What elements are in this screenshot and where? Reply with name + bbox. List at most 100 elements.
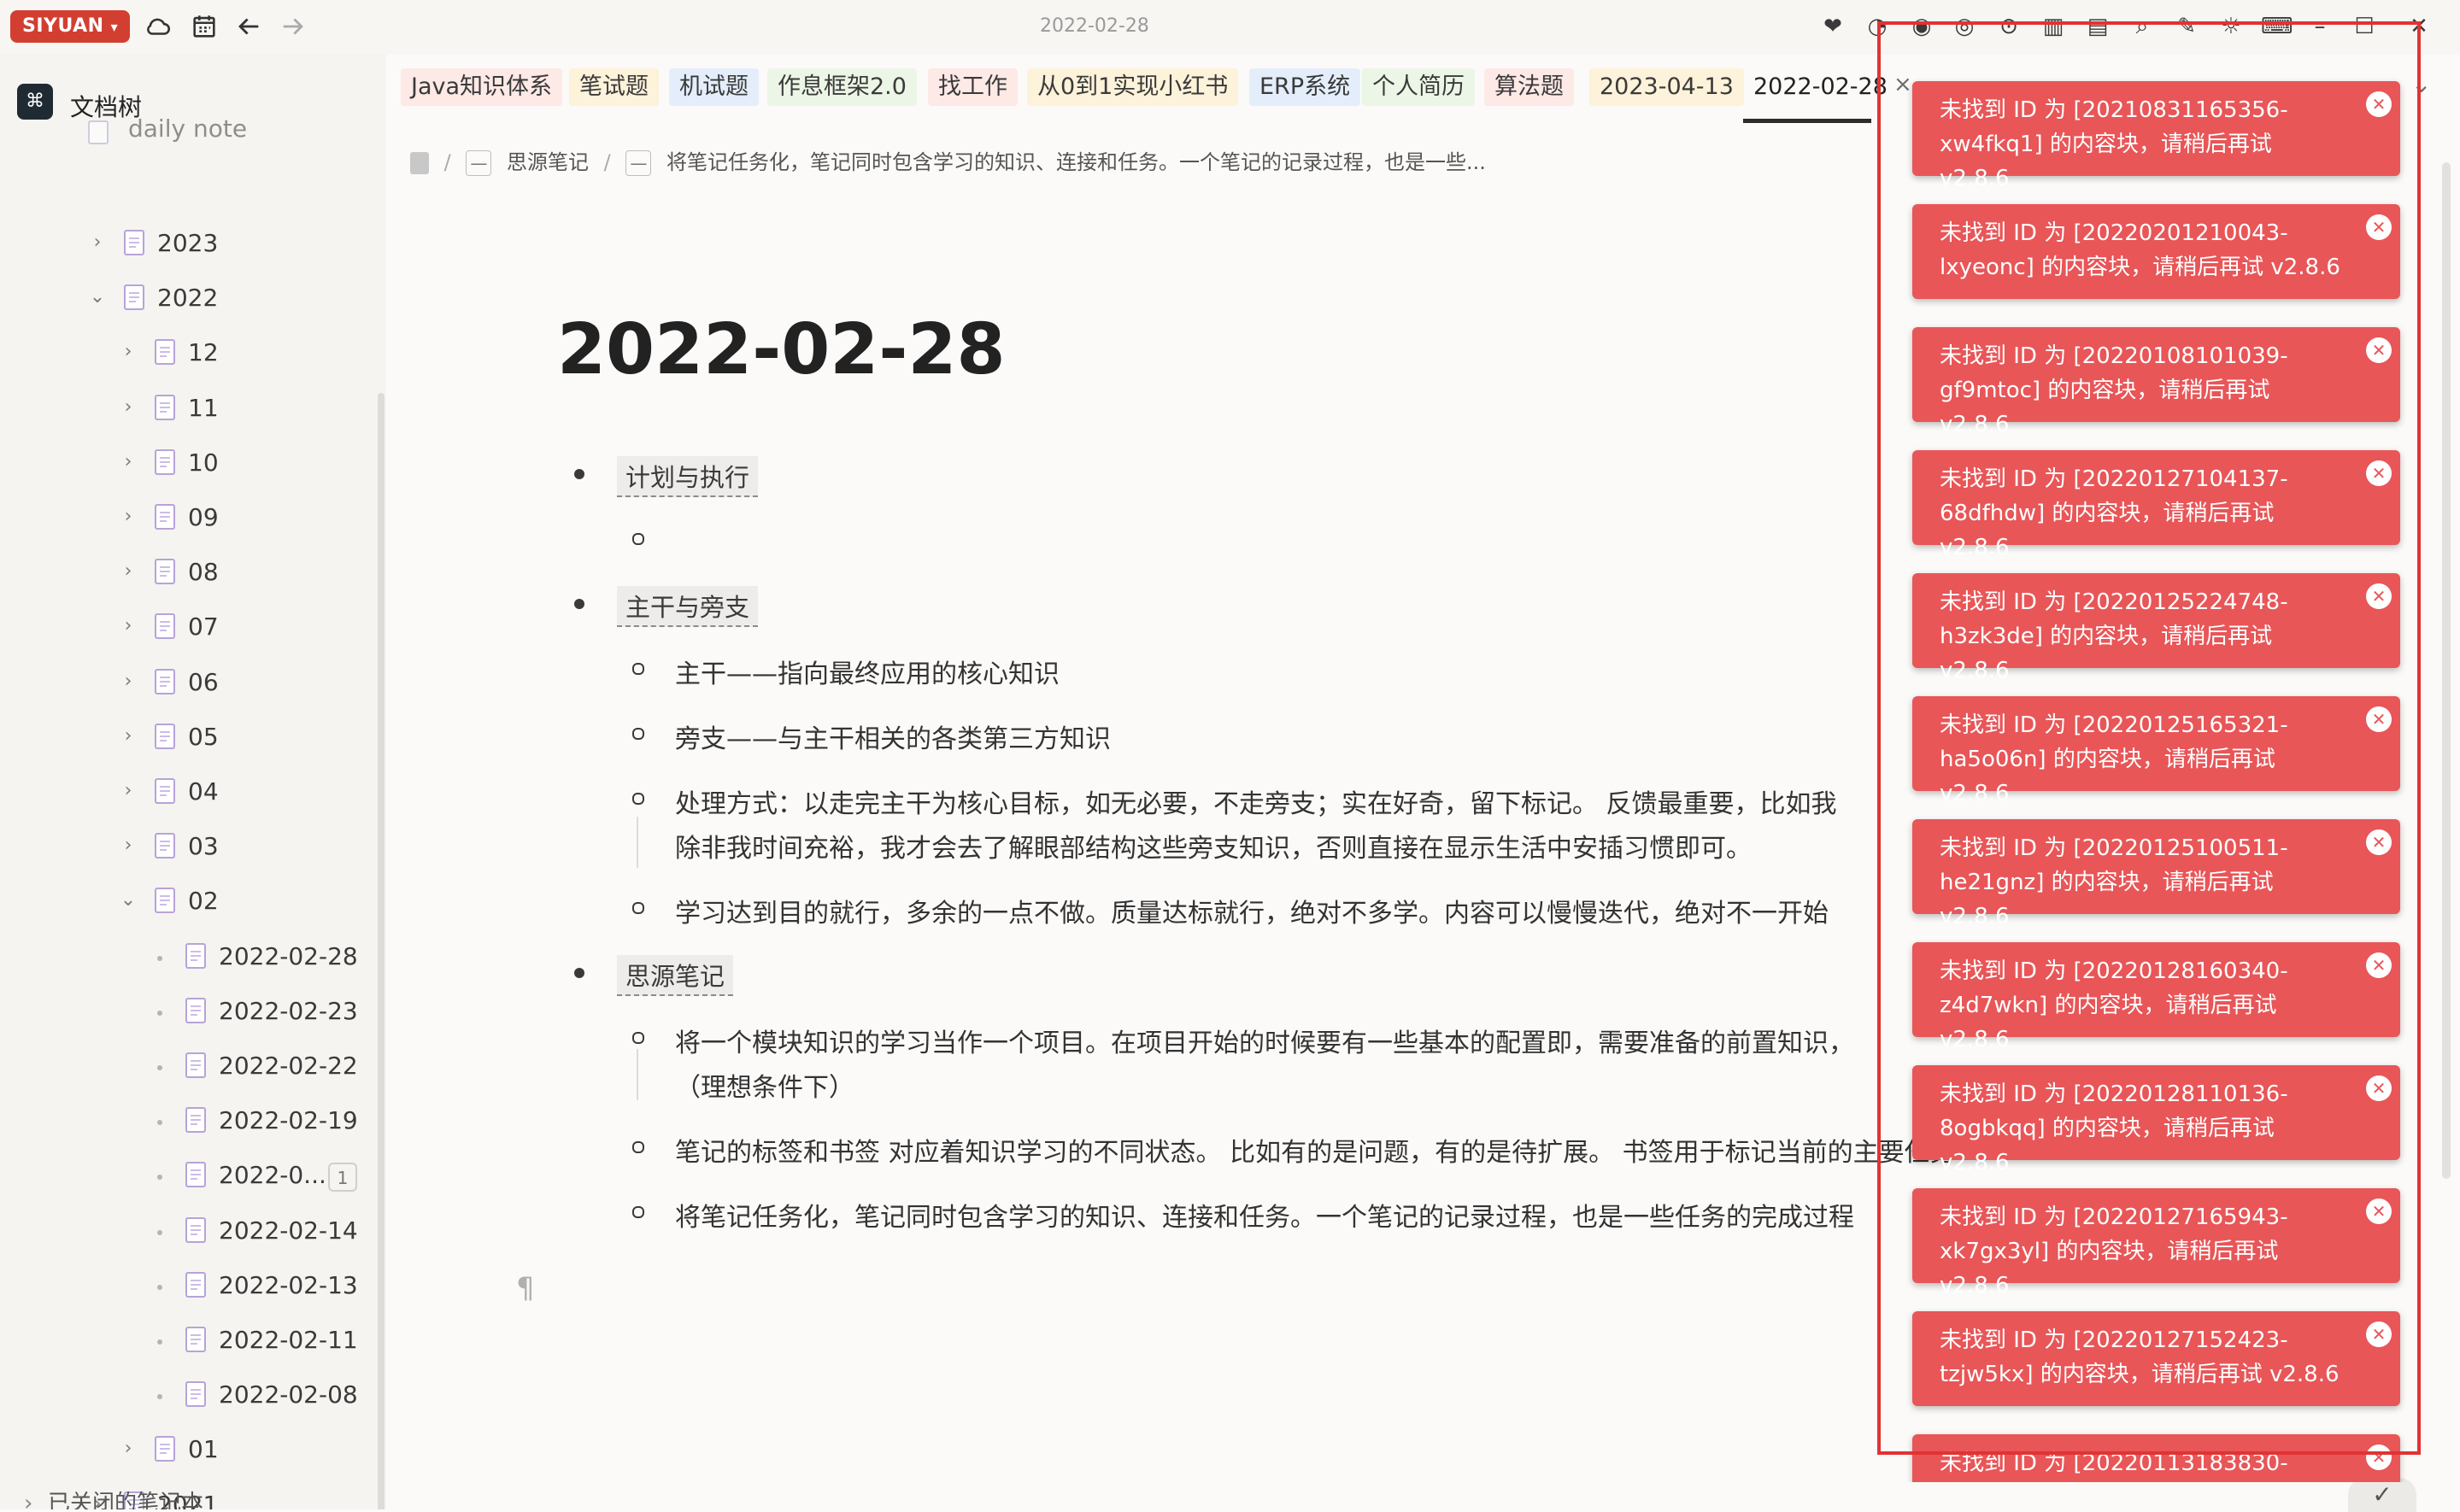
editor-scrollbar[interactable]: [2442, 162, 2451, 1179]
toast-close-icon[interactable]: ✕: [2366, 706, 2392, 732]
cloud-sync-icon[interactable]: [144, 12, 174, 43]
sidebar-tree-item[interactable]: › 07: [0, 604, 376, 653]
paragraph-mark-icon[interactable]: ¶: [516, 1271, 535, 1305]
checkmark-icon[interactable]: ✓: [2348, 1478, 2416, 1512]
sidebar-tree-item[interactable]: › 03: [0, 823, 376, 873]
list-bullet[interactable]: [574, 469, 584, 479]
chevron-down-icon[interactable]: ⌄: [116, 888, 140, 912]
tab-item[interactable]: ERP系统: [1249, 68, 1361, 106]
chevron-right-icon[interactable]: ›: [116, 340, 140, 364]
list-item[interactable]: 学习达到目的就行，多余的一点不做。质量达标就行，绝对不多学。内容可以慢慢迭代，绝…: [675, 892, 1829, 929]
chevron-right-icon[interactable]: ›: [116, 1437, 140, 1461]
toast-close-icon[interactable]: ✕: [2366, 1075, 2392, 1101]
list-bullet[interactable]: [632, 1032, 644, 1044]
forward-arrow-icon[interactable]: [279, 12, 309, 43]
sidebar-tree-item[interactable]: › 01: [0, 1427, 376, 1476]
calendar-icon[interactable]: [190, 12, 220, 43]
chevron-right-icon[interactable]: ›: [116, 779, 140, 803]
toast-close-icon[interactable]: ✕: [2366, 583, 2392, 609]
heading-plan-execution[interactable]: 计划与执行: [617, 456, 759, 497]
breadcrumb-item-1[interactable]: 思源笔记: [507, 150, 589, 174]
sidebar-tree-item[interactable]: 2022-02-22: [0, 1043, 376, 1093]
error-toast[interactable]: 未找到 ID 为 [20220127152423- tzjw5kx] 的内容块，请…: [1912, 1311, 2400, 1406]
heading-trunk-branch[interactable]: 主干与旁支: [617, 586, 759, 627]
toast-close-icon[interactable]: ✕: [2366, 1445, 2392, 1470]
error-toast[interactable]: 未找到 ID 为 [20220108101039- gf9mtoc] 的内容块，请…: [1912, 327, 2400, 437]
tab-item[interactable]: 个人简历: [1362, 68, 1475, 106]
list-bullet[interactable]: [632, 728, 644, 740]
sidebar-tree-item[interactable]: › 09: [0, 495, 376, 544]
error-toast[interactable]: 未找到 ID 为 [20220127104137- 68dfhdw] 的内容块，请…: [1912, 450, 2400, 560]
sidebar-tree-item[interactable]: › 12: [0, 330, 376, 379]
list-item[interactable]: 处理方式：以走完主干为核心目标，如无必要，不走旁支；实在好奇，留下标记。 反馈最…: [675, 782, 1837, 820]
reference-count-badge[interactable]: 1: [328, 1163, 357, 1193]
error-toast[interactable]: 未找到 ID 为 [20220201210043- lxyeonc] 的内容块，请…: [1912, 204, 2400, 299]
workspace-menu-button[interactable]: SIYUAN ▾: [10, 10, 131, 43]
chevron-right-icon[interactable]: ›: [85, 231, 109, 255]
tab-item[interactable]: 找工作: [928, 68, 1018, 106]
sidebar-item-daily-note[interactable]: daily note: [0, 114, 376, 174]
tab-item[interactable]: 2023-04-13: [1589, 68, 1744, 106]
list-bullet[interactable]: [632, 1141, 644, 1153]
error-toast[interactable]: 未找到 ID 为 [20220125100511- he21gnz] 的内容块，请…: [1912, 819, 2400, 929]
list-bullet[interactable]: [574, 599, 584, 609]
toast-close-icon[interactable]: ✕: [2366, 829, 2392, 855]
error-toast[interactable]: 未找到 ID 为 [20220125224748- h3zk3de] 的内容块，请…: [1912, 573, 2400, 683]
toast-close-icon[interactable]: ✕: [2366, 91, 2392, 117]
list-item[interactable]: 旁支——与主干相关的各类第三方知识: [675, 718, 1111, 755]
toast-close-icon[interactable]: ✕: [2366, 460, 2392, 486]
tab-item[interactable]: 作息框架2.0: [767, 68, 917, 106]
error-toast[interactable]: 未找到 ID 为 [20220113183830- zen5rnq] 的内容块，请…: [1912, 1434, 2400, 1482]
heading-siyuan-notes[interactable]: 思源笔记: [617, 955, 734, 996]
back-arrow-icon[interactable]: [234, 12, 265, 43]
chevron-right-icon[interactable]: ›: [116, 560, 140, 583]
list-bullet[interactable]: [632, 793, 644, 805]
document-icon[interactable]: [410, 152, 429, 174]
tab-item[interactable]: 笔试题: [569, 68, 659, 106]
list-item[interactable]: 将一个模块知识的学习当作一个项目。在项目开始的时候要有一些基本的配置即，需要准备…: [675, 1022, 1854, 1059]
sidebar-tree-item[interactable]: › 10: [0, 440, 376, 489]
plugin-icon[interactable]: ❤: [1818, 12, 1847, 41]
closed-notebooks[interactable]: › 已关闭的笔记本: [24, 1486, 203, 1509]
tab-item[interactable]: Java知识体系: [401, 68, 563, 106]
sidebar-tree-item[interactable]: › 08: [0, 549, 376, 599]
list-item[interactable]: 笔记的标签和书签 对应着知识学习的不同状态。 比如有的是问题，有的是待扩展。 书…: [675, 1131, 1956, 1169]
sidebar-tree-item[interactable]: 2022-02-28: [0, 934, 376, 983]
tab-item[interactable]: 从0到1实现小红书: [1027, 68, 1239, 106]
sidebar-tree-item[interactable]: ⌄ 02: [0, 878, 376, 928]
chevron-right-icon[interactable]: ›: [116, 670, 140, 694]
breadcrumb-item-2[interactable]: 将笔记任务化，笔记同时包含学习的知识、连接和任务。一个笔记的记录过程，也是一些.…: [666, 150, 1486, 174]
sidebar-tree-item[interactable]: › 04: [0, 769, 376, 818]
error-toast[interactable]: 未找到 ID 为 [20220128110136- 8ogbkqq] 的内容块，请…: [1912, 1065, 2400, 1175]
sidebar-tree-item[interactable]: 2022-02-08: [0, 1372, 376, 1421]
chevron-right-icon[interactable]: ›: [116, 396, 140, 419]
sidebar-tree-item[interactable]: 2022-0... 1: [0, 1152, 376, 1202]
sidebar-scrollbar[interactable]: [378, 393, 385, 1509]
tab-item[interactable]: 算法题: [1484, 68, 1574, 106]
sidebar-tree-item[interactable]: › 05: [0, 714, 376, 764]
toast-close-icon[interactable]: ✕: [2366, 337, 2392, 363]
sidebar-tree-item[interactable]: › 11: [0, 385, 376, 435]
list-item[interactable]: 将笔记任务化，笔记同时包含学习的知识、连接和任务。一个笔记的记录过程，也是一些任…: [675, 1196, 1854, 1234]
chevron-right-icon[interactable]: ›: [116, 724, 140, 748]
error-toast[interactable]: 未找到 ID 为 [20210831165356- xw4fkq1] 的内容块，请…: [1912, 81, 2400, 191]
sidebar-tree-item[interactable]: › 06: [0, 659, 376, 709]
tab-item[interactable]: 2022-02-28: [1743, 68, 1898, 106]
sidebar-tree-item[interactable]: 2022-02-11: [0, 1317, 376, 1367]
list-bullet[interactable]: [574, 968, 584, 978]
list-bullet[interactable]: [632, 533, 644, 545]
toast-close-icon[interactable]: ✕: [2366, 952, 2392, 978]
toast-close-icon[interactable]: ✕: [2366, 1322, 2392, 1347]
sidebar-tree-item[interactable]: 2022-02-13: [0, 1263, 376, 1312]
chevron-right-icon[interactable]: ›: [116, 834, 140, 858]
list-bullet[interactable]: [632, 902, 644, 914]
sidebar-tree-item[interactable]: › 2023: [0, 220, 376, 270]
toast-close-icon[interactable]: ✕: [2366, 214, 2392, 240]
error-toast[interactable]: 未找到 ID 为 [20220125165321- ha5o06n] 的内容块，请…: [1912, 696, 2400, 806]
list-bullet[interactable]: [632, 1206, 644, 1218]
error-toast[interactable]: 未找到 ID 为 [20220127165943- xk7gx3yl] 的内容块，…: [1912, 1188, 2400, 1298]
list-item[interactable]: 主干——指向最终应用的核心知识: [675, 653, 1060, 690]
tab-item[interactable]: 机试题: [669, 68, 759, 106]
document-title[interactable]: 2022-02-28: [557, 309, 1006, 390]
sidebar-tree-item[interactable]: 2022-02-23: [0, 988, 376, 1038]
